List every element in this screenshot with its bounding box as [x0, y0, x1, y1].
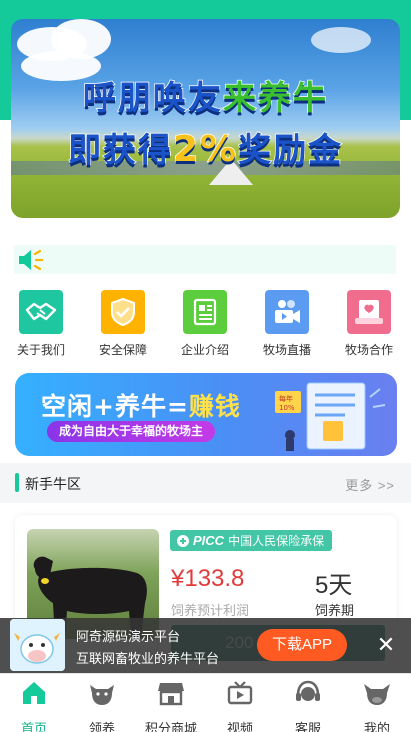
live-camera-icon: [265, 290, 309, 334]
tab-label: 积分商城: [144, 721, 197, 732]
section-title: 新手牛区: [25, 476, 81, 492]
tab-customer-service[interactable]: 客服: [274, 679, 342, 732]
handshake-icon: [19, 290, 63, 334]
tab-label: 首页: [20, 721, 47, 732]
tab-label: 领养: [88, 721, 115, 732]
tab-label: 客服: [294, 721, 321, 732]
banner-headline-line2: 即获得2%奖励金: [67, 128, 344, 171]
cooperation-icon: [347, 290, 391, 334]
cow-head-icon: [90, 685, 114, 705]
picc-logo-icon: [177, 534, 189, 547]
download-app-button[interactable]: 下载APP: [257, 629, 347, 661]
close-icon[interactable]: ✕: [372, 631, 400, 659]
promo-banner[interactable]: 呼朋唤友来养牛 即获得2%奖励金: [11, 19, 400, 218]
promo-title: 空闲+养牛=赚钱: [41, 392, 241, 421]
menu-item-label: 安全保障: [98, 343, 147, 357]
insurance-text: 中国人民保险承保: [228, 534, 325, 548]
cloud-shape: [311, 27, 371, 53]
tab-label: 视频: [226, 721, 253, 732]
document-icon: [183, 290, 227, 334]
tab-label: 我的: [363, 721, 390, 732]
home-icon: [23, 682, 45, 704]
menu-item-label: 关于我们: [16, 343, 65, 357]
download-app-bar: 阿奇源码演示平台 互联网畜牧业的养牛平台 下载APP ✕: [0, 618, 411, 673]
tab-points-mall[interactable]: 积分商城: [137, 679, 205, 732]
menu-item-label: 企业介绍: [180, 343, 229, 357]
video-icon: [227, 681, 253, 705]
tab-video[interactable]: 视频: [206, 679, 274, 732]
menu-item-ranch-live[interactable]: 牧场直播: [246, 290, 328, 358]
quick-menu: 关于我们 安全保障 企业介绍 牧场直播 牧场合作: [0, 290, 411, 360]
feeding-period-label: 饲养期: [315, 603, 355, 618]
picc-logo-text: PICC: [193, 533, 225, 548]
tab-adopt[interactable]: 领养: [68, 679, 136, 732]
menu-item-security[interactable]: 安全保障: [82, 290, 164, 358]
promo-illustration: 每年 10%: [275, 382, 386, 451]
menu-item-label: 牧场直播: [262, 343, 311, 357]
tab-mine[interactable]: 我的: [343, 679, 411, 732]
expected-profit-label: 饲养预计利润: [171, 603, 250, 618]
menu-item-about-us[interactable]: 关于我们: [0, 290, 82, 358]
download-subtitle: 互联网畜牧业的养牛平台: [76, 651, 220, 666]
svg-text:10%: 10%: [279, 404, 295, 412]
bottom-tab-bar: 首页 领养 积分商城 视频 客服 我的: [0, 673, 411, 732]
more-link[interactable]: 更多 >>: [345, 475, 395, 494]
menu-item-ranch-cooperation[interactable]: 牧场合作: [328, 290, 410, 358]
speaker-icon: [19, 249, 44, 271]
tab-home[interactable]: 首页: [0, 679, 68, 732]
section-header-newbie: 新手牛区 更多 >>: [0, 463, 411, 503]
cow-profile-icon: [364, 684, 390, 705]
svg-text:每年: 每年: [279, 394, 293, 403]
download-title: 阿奇源码演示平台: [76, 629, 181, 644]
menu-item-company-intro[interactable]: 企业介绍: [164, 290, 246, 358]
feeding-period-value: 5天: [315, 572, 353, 599]
section-accent-bar: [15, 473, 19, 492]
shop-icon: [158, 683, 184, 706]
app-logo-icon: [10, 619, 65, 671]
insurance-badge: PICC 中国人民保险承保: [170, 530, 333, 551]
shield-icon: [101, 290, 145, 334]
menu-item-label: 牧场合作: [344, 343, 393, 357]
promo-earn-banner[interactable]: 空闲+养牛=赚钱 成为自由大于幸福的牧场主 每年 10%: [15, 373, 397, 456]
notice-bar[interactable]: [14, 245, 396, 274]
expected-profit-value: ¥133.8: [171, 565, 245, 592]
banner-headline-line1: 呼朋唤友来养牛: [82, 77, 328, 118]
headset-icon: [296, 680, 320, 701]
promo-subtitle: 成为自由大于幸福的牧场主: [47, 421, 216, 442]
